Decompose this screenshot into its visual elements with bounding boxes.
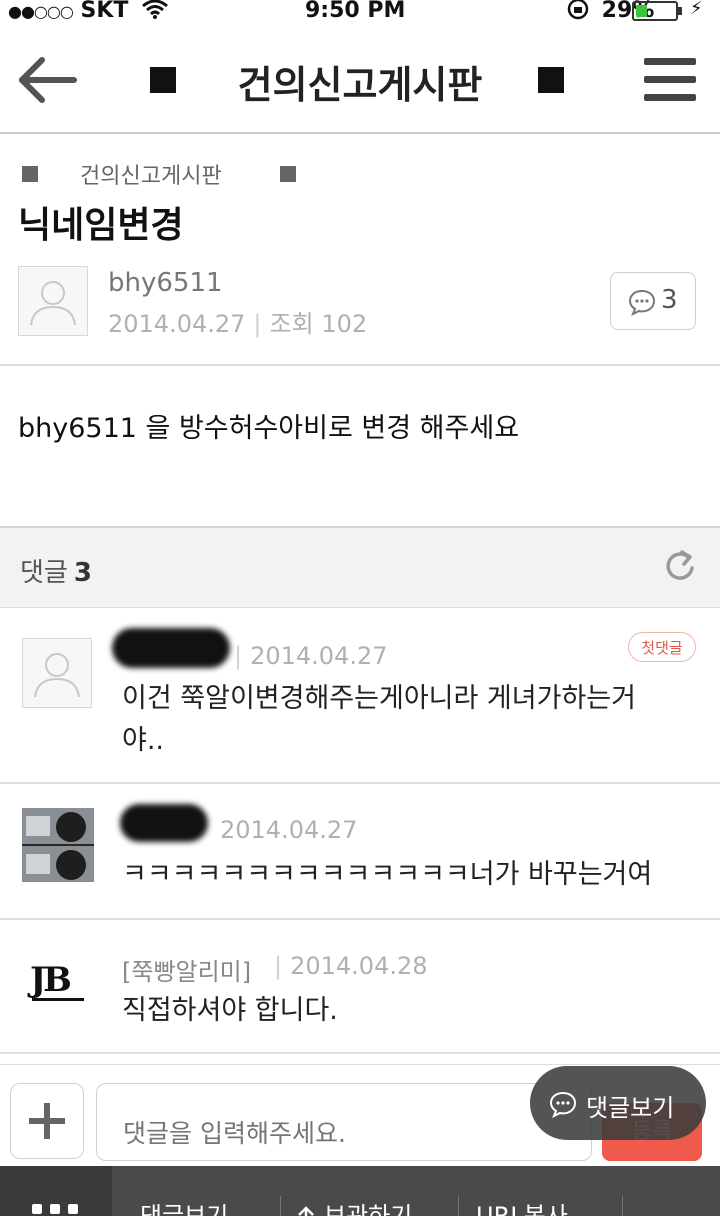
comments-label-text: 댓글 [20, 558, 68, 588]
up-arrow-icon [298, 1206, 314, 1216]
nav-bar: 건의신고게시판 [0, 26, 720, 134]
post-date: 2014.04.27 [108, 310, 246, 338]
commenter-avatar-photo[interactable] [22, 808, 94, 882]
redacted-nickname [112, 628, 230, 668]
comment-text: 이건 쭉알이변경해주는게아니라 게녀가하는거 야.. [122, 678, 636, 762]
toolbar-view-comments[interactable]: 댓글보기 [140, 1196, 228, 1216]
toolbar-copy-url[interactable]: URL복사 [476, 1196, 568, 1216]
comment-date: | 2014.04.27 [234, 642, 388, 670]
crumb-left-square-icon [22, 166, 38, 182]
comment-text: 직접하셔야 합니다. [122, 995, 338, 1026]
jb-logo-text: JB [30, 960, 72, 1000]
post-author[interactable]: bhy6511 [108, 268, 223, 298]
comments-count: 3 [73, 558, 92, 588]
charging-bolt-icon: ⚡ [690, 0, 703, 19]
signal-dots: ●●○○○ [8, 2, 74, 21]
toolbar-divider [458, 1196, 459, 1216]
refresh-icon[interactable] [664, 548, 698, 584]
more-dots-icon[interactable] [0, 1166, 112, 1216]
comment-item: | 2014.04.27 이건 쭉알이변경해주는게아니라 게녀가하는거 야.. [0, 608, 720, 784]
comment-item: 2014.04.27 ㅋㅋㅋㅋㅋㅋㅋㅋㅋㅋㅋㅋㅋㅋ너가 바꾸는거여 [0, 784, 720, 920]
comment-text-line2: 야.. [122, 725, 165, 756]
comment-count: 3 [661, 285, 678, 315]
default-user-icon [34, 653, 80, 698]
comment-date-text: 2014.04.27 [250, 642, 388, 670]
toolbar-save[interactable]: 보관하기 [296, 1196, 412, 1216]
battery-icon [632, 1, 678, 21]
toolbar-divider [280, 1196, 281, 1216]
toolbar-divider [622, 1196, 623, 1216]
toolbar-save-label: 보관하기 [324, 1202, 413, 1216]
post-meta: 2014.04.27 | 조회 102 [108, 310, 368, 338]
comment-text-line1: 이건 쭉알이변경해주는게아니라 게녀가하는거 [122, 683, 636, 714]
author-avatar[interactable] [18, 266, 88, 336]
wifi-icon [142, 0, 169, 19]
comments-label: 댓글 3 [20, 552, 92, 589]
commenter-avatar[interactable] [22, 638, 92, 708]
comment-input[interactable] [96, 1083, 592, 1161]
clock: 9:50 PM [305, 0, 406, 23]
first-comment-badge: 첫댓글 [628, 632, 696, 662]
post-title: 닉네임변경 [18, 205, 184, 246]
speech-bubble-icon [628, 289, 656, 316]
commenter-logo[interactable]: JB [22, 946, 94, 1018]
comment-date-text: 2014.04.28 [290, 952, 428, 980]
battery-nub [678, 7, 682, 15]
view-comments-float-button[interactable]: 댓글보기 [530, 1066, 706, 1140]
bottom-toolbar: 댓글보기 보관하기 URL복사 [0, 1166, 720, 1216]
comments-header: 댓글 3 [0, 526, 720, 608]
carrier-label: SKT [80, 0, 129, 23]
hamburger-menu-icon[interactable] [644, 56, 696, 104]
page-title: 건의신고게시판 [237, 63, 483, 107]
views-count: 102 [321, 310, 368, 338]
default-user-icon [30, 281, 76, 326]
crumb-right-square-icon [280, 166, 296, 182]
comment-author[interactable]: [쭉빵알리미] [122, 952, 251, 987]
views-label: 조회 [269, 310, 314, 338]
speech-bubble-icon [549, 1091, 577, 1118]
comment-author-text: [쭉빵알리미] [122, 958, 252, 986]
board-breadcrumb[interactable]: 건의신고게시판 [80, 158, 222, 190]
battery-level [636, 5, 647, 17]
title-right-square-icon [538, 67, 564, 93]
divider [0, 364, 720, 366]
comment-item: JB [쭉빵알리미] | 2014.04.28 직접하셔야 합니다. [0, 920, 720, 1054]
status-bar: ●●○○○ SKT 9:50 PM 29% ⚡ [0, 0, 720, 26]
rotation-lock-icon [567, 0, 589, 20]
comment-text: ㅋㅋㅋㅋㅋㅋㅋㅋㅋㅋㅋㅋㅋㅋ너가 바꾸는거여 [122, 859, 653, 890]
comment-count-button[interactable]: 3 [610, 272, 696, 330]
post-content: bhy6511 을 방수허수아비로 변경 해주세요 [18, 413, 520, 444]
comment-date: 2014.04.27 [220, 816, 358, 844]
redacted-nickname [120, 804, 208, 842]
view-comments-label: 댓글보기 [586, 1094, 675, 1122]
comment-date: | 2014.04.28 [274, 952, 428, 980]
attach-plus-button[interactable] [10, 1083, 84, 1159]
carrier-info: ●●○○○ SKT [8, 0, 169, 23]
